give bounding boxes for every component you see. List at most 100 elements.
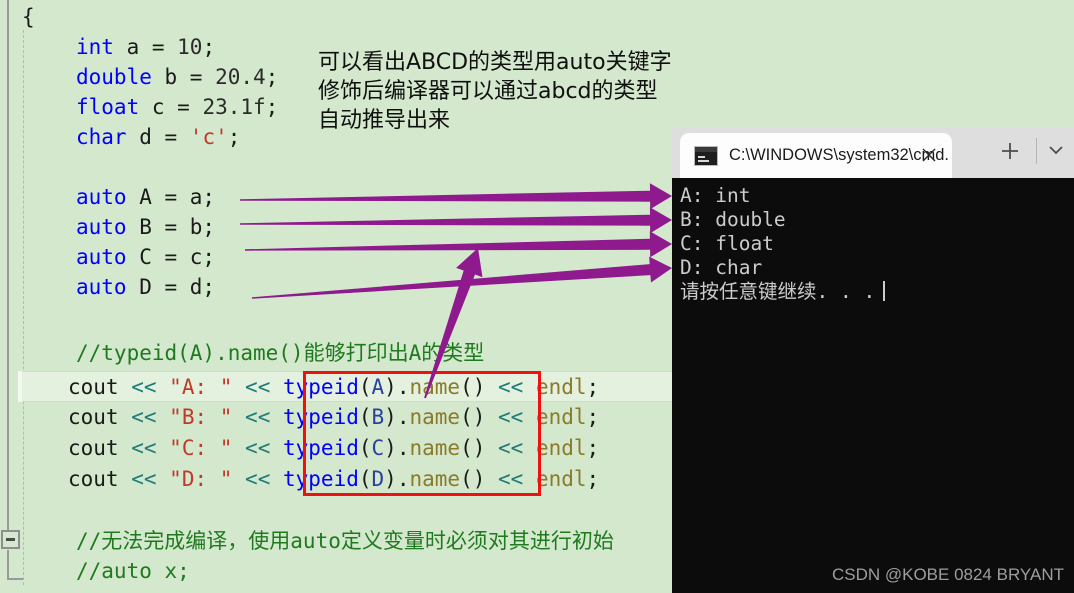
code-line[interactable]: auto A = a;	[76, 182, 215, 212]
minus-icon	[6, 538, 15, 541]
code-token: 'c'	[189, 125, 228, 149]
code-token: "A: "	[169, 375, 233, 399]
code-token: <<	[131, 375, 157, 399]
code-line[interactable]: float c = 23.1f;	[76, 92, 278, 122]
code-token: auto	[76, 185, 127, 209]
code-token: 23.1f	[202, 95, 266, 119]
code-token: "C: "	[169, 436, 233, 460]
console-output: A: int B: double C: float D: char 请按任意键继续. .…	[680, 184, 1074, 304]
arrow-horizontal	[240, 207, 672, 234]
code-line[interactable]: int a = 10;	[76, 32, 215, 62]
console-cursor	[883, 281, 886, 301]
code-token: cout	[68, 405, 132, 429]
code-token: ;	[586, 405, 600, 429]
console-output-line: B: double	[680, 208, 786, 231]
annotation-line-1: 可以看出ABCD的类型用auto关键字	[318, 50, 672, 75]
code-token: auto	[76, 245, 127, 269]
arrow-horizontal	[245, 231, 672, 258]
titlebar-divider	[1036, 138, 1037, 164]
gutter-scope-line-lower	[7, 550, 9, 580]
console-tab-title: C:\WINDOWS\system32\cmd.	[729, 146, 950, 164]
code-token: ;	[265, 65, 279, 89]
collapse-region-button[interactable]	[1, 530, 20, 549]
code-token: double	[76, 65, 152, 89]
code-token: A = a;	[126, 185, 216, 209]
code-token: ;	[586, 436, 600, 460]
code-token: cout	[68, 375, 132, 399]
arrow-horizontal	[251, 256, 672, 299]
code-token: <<	[131, 405, 157, 429]
console-body[interactable]: A: int B: double C: float D: char 请按任意键继续. .…	[672, 178, 1074, 593]
code-token: ;	[586, 375, 600, 399]
code-line[interactable]: auto C = c;	[76, 242, 215, 272]
code-token: endl	[535, 375, 587, 399]
handwritten-annotation: 可以看出ABCD的类型用auto关键字 修饰后编译器可以通过abcd的类型 自动…	[318, 48, 672, 135]
console-tab[interactable]: C:\WINDOWS\system32\cmd.	[680, 133, 952, 178]
console-output-line: 请按任意键继续. . .	[680, 280, 1074, 304]
chevron-down-icon[interactable]	[1047, 143, 1065, 157]
code-line[interactable]: //typeid(A).name()能够打印出A的类型	[76, 338, 484, 368]
code-token: <<	[245, 375, 271, 399]
gutter-scope-end-tick	[7, 578, 23, 580]
code-token: auto	[76, 275, 127, 299]
code-token: cout	[68, 467, 132, 491]
code-line[interactable]: //auto x;	[76, 556, 190, 586]
code-line[interactable]: char d = 'c';	[76, 122, 240, 152]
annotation-line-2: 修饰后编译器可以通过abcd的类型	[318, 79, 658, 104]
code-token: cout	[68, 436, 132, 460]
gutter-scope-line	[7, 0, 9, 535]
code-token: <<	[245, 405, 271, 429]
code-token: b =	[151, 65, 216, 89]
red-highlight-box	[303, 371, 541, 496]
code-token: //auto x;	[76, 559, 190, 583]
code-line[interactable]: auto B = b;	[76, 212, 215, 242]
console-titlebar[interactable]: C:\WINDOWS\system32\cmd.	[672, 128, 1074, 178]
code-token: "D: "	[169, 467, 233, 491]
console-output-line: D: char	[680, 256, 763, 279]
code-token: D = d;	[126, 275, 216, 299]
watermark: CSDN @KOBE 0824 BRYANT	[831, 565, 1064, 584]
code-token: float	[76, 95, 140, 119]
code-line[interactable]: //无法完成编译，使用auto定义变量时必须对其进行初始	[76, 526, 614, 556]
annotation-line-3: 自动推导出来	[318, 108, 451, 133]
code-line[interactable]: {	[22, 2, 35, 32]
code-token: endl	[535, 405, 587, 429]
code-token: B = b;	[126, 215, 216, 239]
current-line-marker	[18, 371, 22, 402]
code-token: ;	[202, 35, 216, 59]
code-token: int	[76, 35, 114, 59]
console-window[interactable]: C:\WINDOWS\system32\cmd. A: int B: doubl…	[672, 128, 1074, 593]
code-token: 20.4	[215, 65, 266, 89]
console-icon	[694, 145, 718, 166]
code-token: //无法完成编译，使用auto定义变量时必须对其进行初始	[76, 529, 614, 553]
console-output-line: A: int	[680, 184, 751, 207]
new-tab-icon[interactable]	[999, 140, 1021, 162]
code-token: C = c;	[126, 245, 216, 269]
code-token: c =	[139, 95, 203, 119]
code-line[interactable]: double b = 20.4;	[76, 62, 278, 92]
code-token: a =	[113, 35, 178, 59]
code-token: <<	[131, 436, 157, 460]
code-line[interactable]: auto D = d;	[76, 272, 215, 302]
screenshot-root: {int a = 10; double b = 20.4; float c = 23…	[0, 0, 1074, 593]
code-token: //typeid(A).name()能够打印出A的类型	[76, 341, 485, 365]
close-icon[interactable]	[919, 145, 939, 165]
code-token: "B: "	[169, 405, 233, 429]
code-token: <<	[131, 467, 157, 491]
code-token: char	[76, 125, 127, 149]
code-token: auto	[76, 215, 127, 239]
code-token: d =	[126, 125, 190, 149]
code-token: endl	[535, 436, 587, 460]
code-token: ;	[265, 95, 279, 119]
